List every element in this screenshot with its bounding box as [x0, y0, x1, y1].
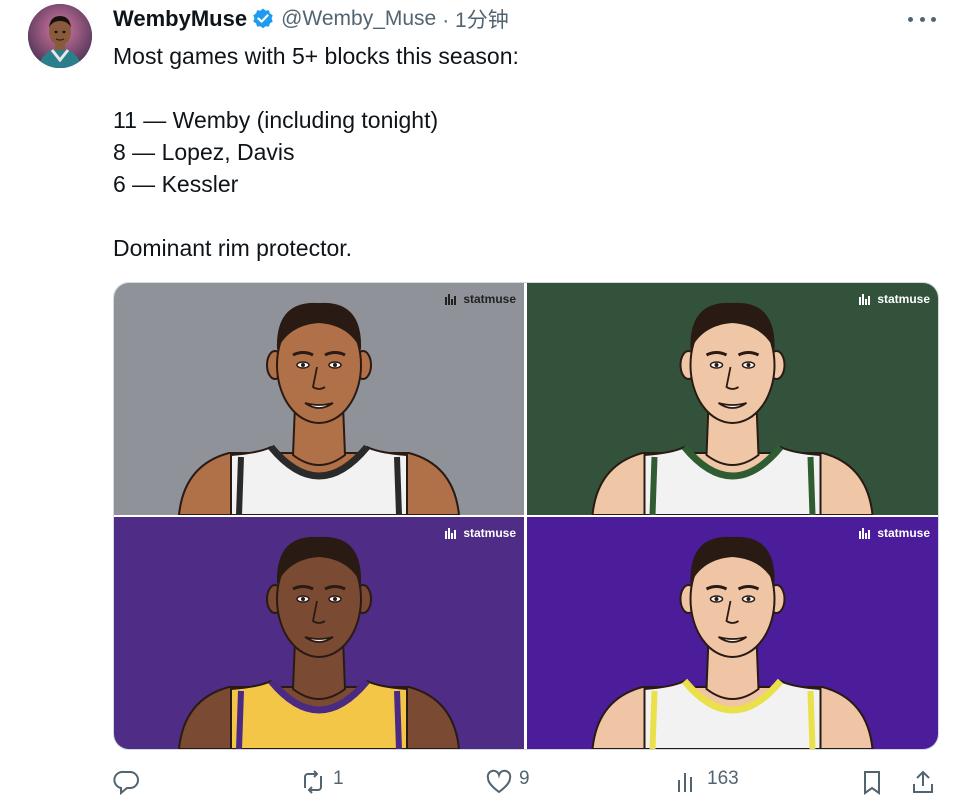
player-illustration	[527, 517, 938, 749]
author-display-name[interactable]: WembyMuse	[113, 6, 247, 32]
more-options-icon[interactable]	[908, 10, 936, 28]
statmuse-logo-icon	[859, 527, 873, 539]
tweet-text-line: Dominant rim protector.	[113, 235, 353, 261]
tweet-text-line: 6 — Kessler	[113, 171, 239, 197]
tweet-text-line: 8 — Lopez, Davis	[113, 139, 295, 165]
player-illustration	[527, 283, 938, 515]
tweet-text-line: 11 — Wemby (including tonight)	[113, 107, 439, 133]
bookmark-button[interactable]	[858, 768, 886, 796]
retweet-button[interactable]: 1	[299, 768, 344, 796]
media-image-player-2[interactable]: statmuse	[527, 283, 938, 515]
reply-icon	[113, 768, 141, 796]
player-illustration	[114, 283, 524, 515]
retweet-count: 1	[333, 768, 344, 789]
statmuse-watermark: statmuse	[445, 292, 516, 306]
like-count: 9	[519, 768, 530, 789]
heart-icon	[485, 768, 513, 796]
watermark-label: statmuse	[463, 526, 516, 540]
author-handle[interactable]: @Wemby_Muse	[281, 7, 436, 31]
tweet-text-line: Most games with 5+ blocks this season:	[113, 43, 519, 69]
player-illustration	[114, 517, 524, 749]
tweet-timestamp[interactable]: · 1分钟	[442, 4, 509, 34]
views-icon	[673, 768, 701, 796]
statmuse-logo-icon	[445, 527, 459, 539]
verified-badge-icon	[251, 7, 275, 31]
media-image-player-3[interactable]: statmuse	[114, 517, 524, 749]
views-count: 163	[707, 768, 739, 789]
media-grid: statmuse statmuse statmuse statmuse	[113, 282, 939, 750]
tweet-header: WembyMuse @Wemby_Muse · 1分钟	[113, 4, 509, 34]
author-avatar[interactable]	[28, 4, 92, 68]
statmuse-watermark: statmuse	[859, 292, 930, 306]
watermark-label: statmuse	[877, 292, 930, 306]
views-button[interactable]: 163	[673, 768, 739, 796]
tweet-text-line	[113, 72, 519, 104]
statmuse-logo-icon	[445, 293, 459, 305]
media-image-player-4[interactable]: statmuse	[527, 517, 938, 749]
watermark-label: statmuse	[463, 292, 516, 306]
watermark-label: statmuse	[877, 526, 930, 540]
bookmark-icon	[858, 768, 886, 796]
retweet-icon	[299, 768, 327, 796]
share-button[interactable]	[909, 768, 937, 796]
tweet-text: Most games with 5+ blocks this season: 1…	[113, 40, 519, 264]
tweet-text-line	[113, 200, 519, 232]
statmuse-watermark: statmuse	[445, 526, 516, 540]
media-image-player-1[interactable]: statmuse	[114, 283, 524, 515]
share-icon	[909, 768, 937, 796]
like-button[interactable]: 9	[485, 768, 530, 796]
statmuse-watermark: statmuse	[859, 526, 930, 540]
statmuse-logo-icon	[859, 293, 873, 305]
reply-button[interactable]	[113, 768, 147, 796]
tweet-action-bar: 1 9 163	[113, 768, 943, 796]
